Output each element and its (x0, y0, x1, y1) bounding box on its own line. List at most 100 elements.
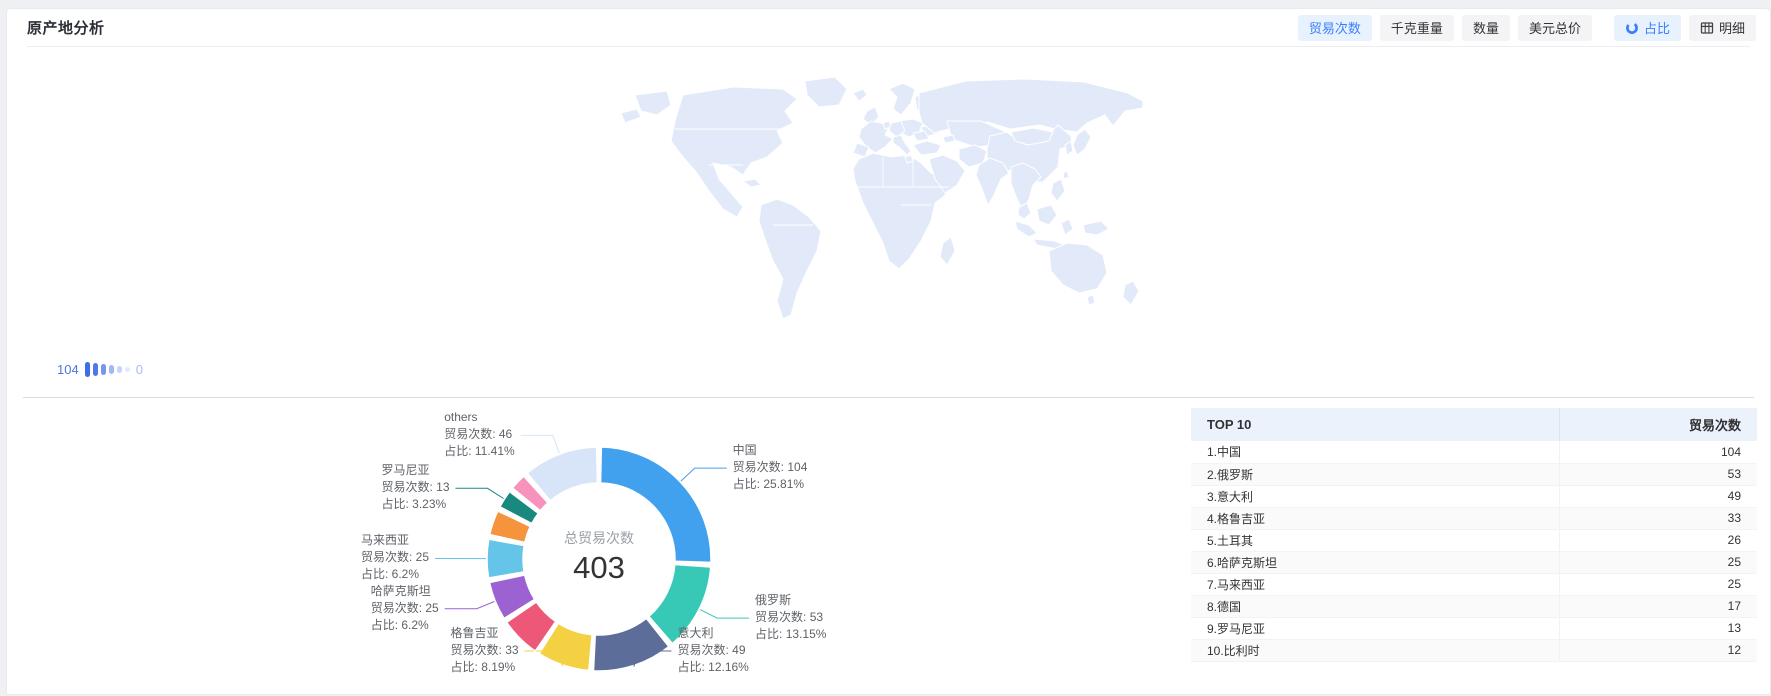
table-row[interactable]: 9.罗马尼亚13 (1191, 617, 1757, 639)
top10-header-rank: TOP 10 (1191, 408, 1559, 441)
table-row[interactable]: 4.格鲁吉亚33 (1191, 507, 1757, 529)
map-new-zealand[interactable] (1123, 281, 1139, 305)
donut-label-line (521, 435, 560, 453)
map-scandinavia[interactable] (889, 83, 915, 115)
legend-bar[interactable] (101, 364, 106, 375)
table-cell-country: 4.格鲁吉亚 (1191, 507, 1559, 529)
map-india[interactable] (976, 158, 1009, 205)
map-borneo[interactable] (1037, 205, 1057, 225)
donut-label-value: 贸易次数: 104 (733, 459, 808, 476)
metric-button-quantity[interactable]: 数量 (1462, 15, 1510, 41)
table-cell-country: 1.中国 (1191, 441, 1559, 463)
map-philippines[interactable] (1051, 179, 1065, 201)
table-row[interactable]: 10.比利时12 (1191, 639, 1757, 661)
table-row[interactable]: 5.土耳其26 (1191, 529, 1757, 551)
table-cell-country: 6.哈萨克斯坦 (1191, 551, 1559, 573)
table-row[interactable]: 1.中国104 (1191, 441, 1757, 463)
map-georgia[interactable] (943, 135, 955, 143)
donut-label-name: 中国 (733, 442, 808, 459)
table-cell-value: 53 (1559, 463, 1757, 485)
table-cell-country: 8.德国 (1191, 595, 1559, 617)
page-title: 原产地分析 (27, 17, 105, 38)
donut-label: 中国贸易次数: 104占比: 25.81% (733, 442, 808, 493)
donut-label-pct: 占比: 6.2% (361, 566, 429, 583)
donut-label: 马来西亚贸易次数: 25占比: 6.2% (361, 532, 429, 583)
view-button-detail[interactable]: 明细 (1689, 15, 1756, 41)
table-row[interactable]: 3.意大利49 (1191, 485, 1757, 507)
donut-label-name: 罗马尼亚 (382, 462, 450, 479)
donut-slice[interactable] (601, 447, 711, 562)
donut-label: 格鲁吉亚贸易次数: 33占比: 8.19% (451, 625, 519, 676)
donut-area: 总贸易次数 403 中国贸易次数: 104占比: 25.81%俄罗斯贸易次数: … (7, 398, 927, 696)
map-north-america[interactable] (671, 87, 797, 217)
donut-label-pct: 占比: 25.81% (733, 476, 808, 493)
donut-label-value: 贸易次数: 49 (677, 642, 748, 659)
map-italy[interactable] (893, 135, 911, 155)
legend-bar[interactable] (93, 363, 98, 376)
legend-bar[interactable] (125, 367, 130, 372)
top10-table: TOP 10 贸易次数 1.中国1042.俄罗斯533.意大利494.格鲁吉亚3… (1191, 408, 1757, 662)
table-row[interactable]: 8.德国17 (1191, 595, 1757, 617)
map-legend-bars[interactable] (85, 362, 130, 377)
table-cell-value: 26 (1559, 529, 1757, 551)
legend-bar[interactable] (117, 366, 122, 373)
map-madagascar[interactable] (940, 237, 955, 265)
map-tasmania[interactable] (1087, 295, 1095, 305)
table-cell-value: 17 (1559, 595, 1757, 617)
table-row[interactable]: 7.马来西亚25 (1191, 573, 1757, 595)
map-cuba[interactable] (743, 179, 761, 187)
metric-toolbar: 贸易次数 千克重量 数量 美元总价 占比 (1298, 15, 1756, 41)
map-alaska[interactable] (635, 91, 671, 115)
donut-label: 俄罗斯贸易次数: 53占比: 13.15% (755, 592, 826, 643)
table-cell-country: 5.土耳其 (1191, 529, 1559, 551)
map-iceland[interactable] (853, 89, 867, 101)
map-turkey[interactable] (913, 141, 941, 155)
view-toggle-group: 占比 明细 (1614, 15, 1756, 41)
table-cell-country: 10.比利时 (1191, 639, 1559, 661)
donut-label-name: others (444, 409, 514, 426)
donut-label-pct: 占比: 11.41% (444, 443, 514, 460)
top10-header-value: 贸易次数 (1559, 408, 1757, 441)
table-cell-value: 12 (1559, 639, 1757, 661)
map-new-guinea[interactable] (1083, 221, 1109, 235)
top10-table-body: 1.中国1042.俄罗斯533.意大利494.格鲁吉亚335.土耳其266.哈萨… (1191, 441, 1757, 661)
donut-slice[interactable] (487, 539, 524, 578)
donut-label-pct: 占比: 8.19% (451, 659, 519, 676)
table-row[interactable]: 6.哈萨克斯坦25 (1191, 551, 1757, 573)
world-map-section: 104 0 (7, 47, 1770, 397)
origin-analysis-card: 原产地分析 贸易次数 千克重量 数量 美元总价 占比 (6, 8, 1771, 695)
donut-label-pct: 占比: 12.16% (677, 659, 748, 676)
table-cell-value: 33 (1559, 507, 1757, 529)
donut-label-value: 贸易次数: 25 (371, 600, 439, 617)
metric-button-kg-weight[interactable]: 千克重量 (1380, 15, 1454, 41)
donut-chart-icon (1625, 21, 1639, 35)
world-choropleth-map (613, 75, 1143, 325)
donut-label-line (700, 610, 749, 619)
map-greenland[interactable] (805, 77, 847, 107)
map-south-america[interactable] (759, 199, 821, 319)
card-header: 原产地分析 贸易次数 千克重量 数量 美元总价 占比 (7, 9, 1770, 46)
table-row[interactable]: 2.俄罗斯53 (1191, 463, 1757, 485)
map-sumatra[interactable] (1015, 221, 1037, 237)
table-cell-country: 9.罗马尼亚 (1191, 617, 1559, 639)
map-australia[interactable] (1049, 243, 1107, 293)
map-legend[interactable]: 104 0 (57, 357, 143, 381)
map-japan[interactable] (1073, 129, 1091, 155)
table-cell-value: 49 (1559, 485, 1757, 507)
map-sicily[interactable] (905, 155, 913, 163)
donut-label-pct: 占比: 13.15% (755, 626, 826, 643)
metric-button-trade-count[interactable]: 贸易次数 (1298, 15, 1372, 41)
metric-button-usd-total[interactable]: 美元总价 (1518, 15, 1592, 41)
map-legend-max: 104 (57, 362, 79, 377)
donut-label-name: 俄罗斯 (755, 592, 826, 609)
map-russia-chukotka[interactable] (621, 109, 641, 123)
top10-table-header-row: TOP 10 贸易次数 (1191, 408, 1757, 441)
donut-label-name: 意大利 (677, 625, 748, 642)
legend-bar[interactable] (85, 362, 90, 377)
view-button-proportion[interactable]: 占比 (1614, 15, 1681, 41)
map-sulawesi[interactable] (1061, 219, 1073, 235)
map-taiwan[interactable] (1063, 171, 1069, 179)
legend-bar[interactable] (109, 365, 114, 374)
donut-label-value: 贸易次数: 25 (361, 549, 429, 566)
donut-label-name: 马来西亚 (361, 532, 429, 549)
